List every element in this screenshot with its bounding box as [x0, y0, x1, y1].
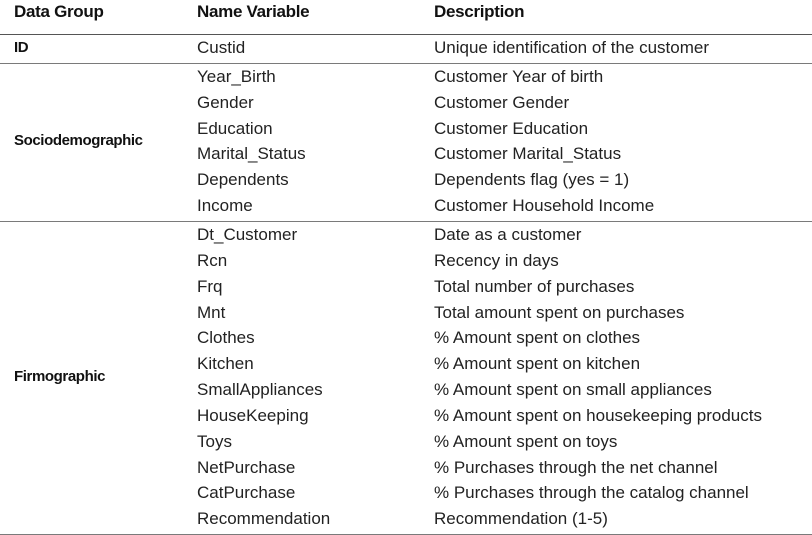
- table-row: Recommendation Recommendation (1-5): [0, 507, 812, 533]
- name-variable-cell: Custid: [197, 38, 246, 57]
- description-cell: Customer Education: [434, 118, 589, 138]
- description-cell: Customer Household Income: [434, 196, 655, 216]
- table-header: Data Group Name Variable Description: [0, 0, 812, 34]
- name-variable-cell: HouseKeeping: [197, 405, 309, 425]
- group-rule: [0, 220, 812, 222]
- description-cell: Total amount spent on purchases: [434, 302, 685, 322]
- name-variable-cell: Mnt: [197, 302, 226, 322]
- table-row: HouseKeeping % Amount spent on housekeepi…: [0, 404, 812, 430]
- name-variable-cell: Income: [197, 196, 253, 216]
- description-cell: Customer Marital_Status: [434, 144, 622, 164]
- table-row: Toys % Amount spent on toys: [0, 430, 812, 456]
- table-row: Dependents Dependents flag (yes = 1): [0, 168, 812, 194]
- name-variable-cell: SmallAppliances: [197, 380, 323, 400]
- name-variable-cell: CatPurchase: [197, 483, 296, 503]
- table-row: Mnt Total amount spent on purchases: [0, 301, 812, 327]
- name-variable-cell: Kitchen: [197, 354, 254, 374]
- table-row: Dt_Customer Date as a customer: [0, 223, 812, 249]
- table-row: Custid Unique identification of the custo…: [0, 36, 812, 62]
- group-label: Firmographic: [14, 368, 106, 386]
- name-variable-cell: Frq: [197, 276, 223, 296]
- header-data-group: Data Group: [14, 2, 104, 21]
- description-cell: Total number of purchases: [434, 276, 635, 296]
- description-cell: Dependents flag (yes = 1): [434, 170, 630, 190]
- table-row: NetPurchase % Purchases through the net c…: [0, 456, 812, 482]
- name-variable-cell: Gender: [197, 92, 254, 112]
- name-variable-cell: Education: [197, 118, 273, 138]
- table-row: Year_Birth Customer Year of birth: [0, 65, 812, 91]
- table-row: Frq Total number of purchases: [0, 275, 812, 301]
- description-cell: % Amount spent on kitchen: [434, 354, 641, 374]
- description-cell: % Amount spent on small appliances: [434, 380, 712, 400]
- name-variable-cell: Year_Birth: [197, 66, 276, 86]
- group-label: Sociodemographic: [14, 132, 143, 150]
- name-variable-cell: Recommendation: [197, 509, 331, 529]
- table-row: Gender Customer Gender: [0, 91, 812, 117]
- description-cell: % Amount spent on clothes: [434, 328, 641, 348]
- description-cell: Customer Gender: [434, 92, 570, 112]
- table-row: Rcn Recency in days: [0, 249, 812, 275]
- name-variable-cell: Marital_Status: [197, 144, 306, 164]
- description-cell: % Purchases through the catalog channel: [434, 483, 749, 503]
- table-row: SmallAppliances % Amount spent on small a…: [0, 378, 812, 404]
- table-row: Kitchen % Amount spent on kitchen: [0, 352, 812, 378]
- table-row: CatPurchase % Purchases through the catal…: [0, 481, 812, 507]
- description-cell: % Purchases through the net channel: [434, 457, 718, 477]
- table-row: Clothes % Amount spent on clothes: [0, 326, 812, 352]
- group-label: ID: [14, 38, 29, 56]
- name-variable-cell: Clothes: [197, 328, 255, 348]
- header-name-variable: Name Variable: [197, 2, 310, 21]
- header-description: Description: [434, 2, 525, 21]
- description-cell: Customer Year of birth: [434, 66, 604, 86]
- description-cell: Recommendation (1-5): [434, 509, 608, 529]
- table-row: Income Customer Household Income: [0, 194, 812, 220]
- description-cell: Unique identification of the customer: [434, 38, 709, 57]
- header-rule: [0, 34, 812, 35]
- group-rule: [0, 62, 812, 64]
- description-cell: Recency in days: [434, 250, 559, 270]
- description-cell: % Amount spent on housekeeping products: [434, 405, 762, 425]
- description-cell: % Amount spent on toys: [434, 431, 618, 451]
- name-variable-cell: Dependents: [197, 170, 289, 190]
- name-variable-cell: Rcn: [197, 250, 228, 270]
- description-cell: Date as a customer: [434, 224, 582, 244]
- name-variable-cell: NetPurchase: [197, 457, 296, 477]
- name-variable-cell: Toys: [197, 431, 232, 451]
- name-variable-cell: Dt_Customer: [197, 224, 298, 244]
